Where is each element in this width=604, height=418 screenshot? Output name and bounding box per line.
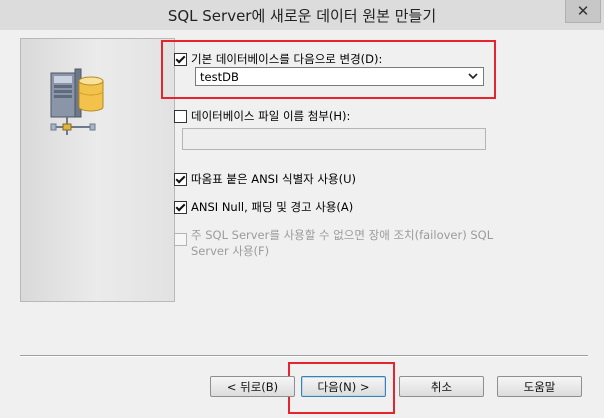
default-db-option[interactable]: 기본 데이터베이스를 다음으로 변경(D): <box>174 51 382 67</box>
failover-label-line2: Server 사용(F) <box>191 244 270 258</box>
failover-checkbox[interactable] <box>174 233 187 246</box>
attach-db-checkbox[interactable] <box>174 109 187 123</box>
default-db-checkbox[interactable] <box>174 52 187 66</box>
chevron-down-icon <box>467 69 479 83</box>
title-bar: SQL Server에 새로운 데이터 원본 만들기 ✕ <box>0 0 604 30</box>
next-button[interactable]: 다음(N) > <box>301 376 386 397</box>
separator <box>20 355 588 357</box>
attach-db-label: 데이터베이스 파일 이름 첨부(H): <box>191 109 351 123</box>
default-db-value: testDB <box>200 70 239 84</box>
quoted-identifiers-label: 따옴표 붙은 ANSI 식별자 사용(U) <box>191 172 356 186</box>
ansi-nulls-option[interactable]: ANSI Null, 패딩 및 경고 사용(A) <box>174 199 353 215</box>
dialog-window: SQL Server에 새로운 데이터 원본 만들기 ✕ 기본 데이터베이스를 … <box>0 0 604 418</box>
quoted-identifiers-option[interactable]: 따옴표 붙은 ANSI 식별자 사용(U) <box>174 171 356 187</box>
default-db-select[interactable]: testDB <box>195 67 484 86</box>
window-title: SQL Server에 새로운 데이터 원본 만들기 <box>167 7 437 25</box>
ansi-nulls-checkbox[interactable] <box>174 200 187 214</box>
server-database-icon <box>50 68 104 135</box>
default-db-label: 기본 데이터베이스를 다음으로 변경(D): <box>191 52 383 66</box>
failover-label-line1: 주 SQL Server를 사용할 수 없으면 장애 조치(failover) … <box>191 228 494 242</box>
failover-option[interactable]: 주 SQL Server를 사용할 수 없으면 장애 조치(failover) … <box>174 227 493 259</box>
ansi-nulls-label: ANSI Null, 패딩 및 경고 사용(A) <box>191 200 354 214</box>
attach-db-filename-field[interactable] <box>182 128 486 150</box>
cancel-button[interactable]: 취소 <box>399 376 484 397</box>
attach-db-option[interactable]: 데이터베이스 파일 이름 첨부(H): <box>174 108 350 124</box>
quoted-identifiers-checkbox[interactable] <box>174 172 187 186</box>
close-icon: ✕ <box>576 2 590 20</box>
help-button[interactable]: 도움말 <box>497 376 582 397</box>
back-button[interactable]: < 뒤로(B) <box>210 376 295 397</box>
wizard-image-panel <box>20 38 175 302</box>
dialog-body: 기본 데이터베이스를 다음으로 변경(D): testDB 데이터베이스 파일 … <box>8 30 596 414</box>
close-button[interactable]: ✕ <box>565 0 601 23</box>
